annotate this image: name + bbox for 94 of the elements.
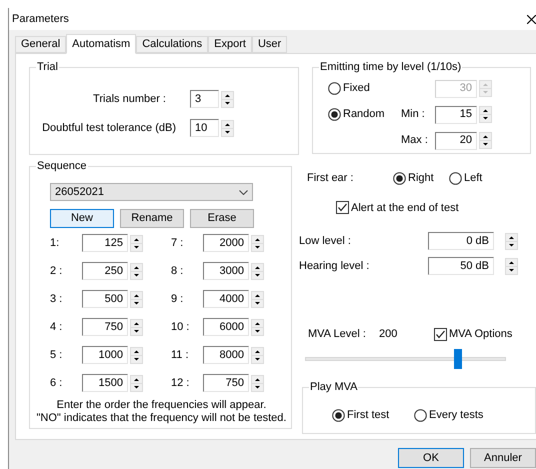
number-field[interactable]: 125 [82,234,128,252]
radio-label[interactable]: Fixed [343,80,370,97]
number-field[interactable]: 1500 [82,374,128,392]
frequency-number: 12 : [171,376,190,391]
group-title: Sequence [36,160,88,173]
radio-button[interactable] [449,172,462,185]
spin-button[interactable] [505,232,518,250]
spin-button[interactable] [130,262,143,280]
field-label: MVA Level : [308,327,367,342]
frequency-number: 2 : [50,264,64,279]
frequency-number: 11 : [171,348,190,363]
frequency-number: 4 : [50,320,64,335]
tab[interactable]: General [15,36,66,53]
radio-button[interactable] [414,408,427,422]
tab[interactable]: Automatism [66,34,136,54]
spin-button[interactable] [130,318,143,336]
spin-button[interactable] [130,234,143,252]
number-field[interactable]: 20 [435,132,477,150]
close-icon[interactable] [527,14,536,24]
frequency-number: 1: [50,236,60,251]
radio-label[interactable]: Every tests [429,406,484,424]
dialog-button[interactable]: Annuler [470,448,536,468]
number-field[interactable]: 3 [190,90,219,108]
radio-button[interactable] [393,172,406,185]
spin-button[interactable] [130,290,143,308]
slider-thumb[interactable] [454,348,462,368]
checkbox-label[interactable]: MVA Options [449,326,512,342]
spin-button[interactable] [479,132,492,149]
tab[interactable]: Export [208,36,252,53]
number-field[interactable]: 1000 [82,346,128,364]
radio-label[interactable]: Right [408,170,434,186]
number-field[interactable]: 50 dB [428,257,494,275]
number-field[interactable]: 750 [203,374,249,392]
checkbox[interactable] [434,328,447,341]
sequence-button[interactable]: New [50,209,114,228]
number-field[interactable]: 15 [435,106,477,124]
field-label: Doubtful test tolerance (dB) [41,120,177,136]
frequency-number: 3 : [50,292,64,307]
radio-button[interactable] [328,108,341,121]
field-label: First ear : [307,171,354,186]
number-field[interactable]: 2000 [203,234,249,252]
dropdown[interactable]: 26052021 [50,183,253,201]
number-field[interactable]: 250 [82,262,128,280]
spin-button[interactable] [251,234,264,252]
tab[interactable]: Calculations [136,36,208,53]
instruction-text: Enter the order the frequencies will appear. [56,399,266,412]
field-label: Max : [401,133,429,148]
frequency-number: 9 : [171,292,184,307]
window-title: Parameters [12,12,69,27]
spin-button[interactable] [479,106,492,123]
spin-button[interactable] [251,290,264,308]
mva-value: 200 [379,327,398,342]
spin-button[interactable] [505,258,518,274]
tab[interactable]: User [252,36,288,53]
chevron-down-icon [239,190,248,194]
spin-button[interactable] [251,262,264,280]
radio-button[interactable] [328,82,341,95]
radio-label[interactable]: Left [464,170,482,186]
spin-button[interactable] [251,374,264,392]
spin-button[interactable] [130,374,143,392]
instruction-text: "NO" indicates that the frequency will not be tested. [36,412,286,425]
sequence-button[interactable]: Rename [120,209,184,228]
radio-button[interactable] [332,408,345,422]
frequency-number: 8 : [171,264,184,279]
frequency-number: 5 : [50,348,64,363]
frequency-number: 10 : [171,320,190,335]
number-field[interactable]: 10 [190,119,219,137]
field-label: Low level : [299,234,352,249]
radio-label[interactable]: First test [347,406,390,424]
field-label: Min : [401,107,426,122]
checkbox-label[interactable]: Alert at the end of test [351,200,459,216]
number-field[interactable]: 8000 [203,346,249,364]
number-field[interactable]: 500 [82,290,128,308]
frequency-number: 6 : [50,376,64,391]
field-label: Trials number : [92,92,167,107]
number-field[interactable]: 4000 [203,290,249,308]
spin-button[interactable] [130,346,143,364]
spin-button[interactable] [251,318,264,336]
number-field[interactable]: 3000 [203,262,249,280]
spin-button[interactable] [221,90,234,108]
slider[interactable] [305,348,506,368]
sequence-button[interactable]: Erase [190,209,254,228]
number-field[interactable]: 0 dB [428,232,494,250]
frequency-number: 7 : [171,236,184,251]
checkbox[interactable] [336,201,349,214]
group-title: Emitting time by level (1/10s) [319,61,462,74]
group-title: Play MVA [309,380,358,394]
dialog-button[interactable]: OK [398,448,464,468]
number-field[interactable]: 6000 [203,318,249,336]
number-field[interactable]: 750 [82,318,128,336]
spin-button[interactable] [221,120,234,136]
spin-button[interactable] [251,346,264,364]
radio-label[interactable]: Random [343,106,385,123]
field-label: Hearing level : [299,258,370,274]
